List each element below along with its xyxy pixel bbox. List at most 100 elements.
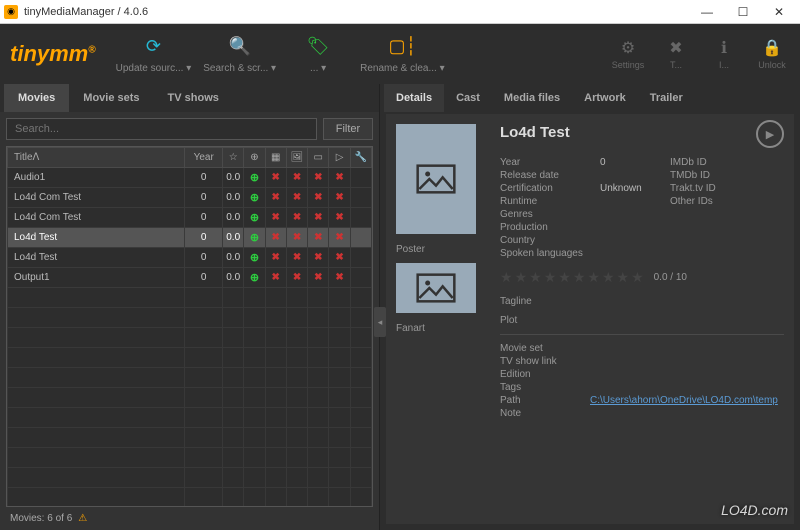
movie-table[interactable]: Titleᐱ Year ☆ ⊕ ▦ 🖼 ▭ ▷ 🔧 Audio100.0⊕✖✖✖… [6, 146, 373, 507]
other-ids-label: Other IDs [670, 196, 730, 207]
left-panel: Movies Movie sets TV shows Filter Titleᐱ… [0, 84, 380, 530]
country-label: Country [500, 235, 590, 246]
search-input[interactable] [6, 118, 317, 140]
rating-stars: ★★★★★ ★★★★★ 0.0 / 10 [500, 269, 784, 286]
filter-button[interactable]: Filter [323, 118, 373, 140]
col-add: ⊕ [244, 148, 265, 168]
col-title: Titleᐱ [8, 148, 185, 168]
edit-button[interactable]: 🏷 ... ▾ [288, 35, 348, 74]
col-play: ▷ [329, 148, 350, 168]
col-image: 🖼 [286, 148, 307, 168]
cert-label: Certification [500, 183, 590, 194]
col-year: Year [185, 148, 223, 168]
tab-trailer[interactable]: Trailer [638, 84, 695, 112]
poster-thumbnail[interactable] [396, 124, 476, 234]
table-row-empty [8, 468, 372, 488]
release-value [600, 170, 660, 181]
fanart-thumbnail[interactable] [396, 263, 476, 313]
path-link[interactable]: C:\Users\ahorn\OneDrive\LO4D.com\temp [590, 395, 784, 406]
warning-icon: ⚠ [78, 513, 87, 524]
table-row-empty [8, 408, 372, 428]
col-video: ▭ [308, 148, 329, 168]
table-row[interactable]: Output100.0⊕✖✖✖✖ [8, 268, 372, 288]
table-row-empty [8, 448, 372, 468]
table-row-empty [8, 308, 372, 328]
rename-clean-button[interactable]: ▢┆ Rename & clea... ▾ [360, 35, 445, 74]
table-row-empty [8, 488, 372, 508]
tag-icon: 🏷 [307, 35, 330, 59]
close-button[interactable]: ✕ [762, 2, 796, 22]
spoken-label: Spoken languages [500, 248, 590, 259]
right-panel: ◂ Details Cast Media files Artwork Trail… [380, 84, 800, 530]
gear-icon: ⚙ [621, 38, 635, 58]
table-row[interactable]: Lo4d Test00.0⊕✖✖✖✖ [8, 248, 372, 268]
tab-movie-sets[interactable]: Movie sets [69, 84, 153, 112]
lock-icon: 🔒 [762, 38, 782, 58]
table-row[interactable]: Lo4d Com Test00.0⊕✖✖✖✖ [8, 188, 372, 208]
right-tabs: Details Cast Media files Artwork Trailer [380, 84, 800, 112]
image-placeholder-icon [416, 164, 456, 194]
tab-tv-shows[interactable]: TV shows [154, 84, 233, 112]
year-value: 0 [600, 157, 660, 168]
note-label: Note [500, 408, 580, 419]
search-scrape-button[interactable]: 🔍 Search & scr... ▾ [203, 35, 276, 74]
tags-label: Tags [500, 382, 580, 393]
titlebar: ◉ tinyMediaManager / 4.0.6 — ☐ ✕ [0, 0, 800, 24]
table-row-empty [8, 328, 372, 348]
fanart-label: Fanart [396, 323, 486, 334]
table-row-empty [8, 368, 372, 388]
genres-label: Genres [500, 209, 590, 220]
release-label: Release date [500, 170, 590, 181]
refresh-icon: ⟳ [146, 35, 161, 59]
image-placeholder-icon [416, 273, 456, 303]
tab-cast[interactable]: Cast [444, 84, 492, 112]
splitter-handle[interactable]: ◂ [374, 307, 386, 337]
col-wrench: 🔧 [350, 148, 371, 168]
table-row-empty [8, 288, 372, 308]
col-favorite: ☆ [223, 148, 244, 168]
movie-title: Lo4d Test [500, 124, 784, 141]
maximize-button[interactable]: ☐ [726, 2, 760, 22]
tab-media-files[interactable]: Media files [492, 84, 572, 112]
table-row-empty [8, 388, 372, 408]
search-icon: 🔍 [228, 35, 250, 59]
tvshow-link-label: TV show link [500, 356, 580, 367]
play-button[interactable]: ▶ [756, 120, 784, 148]
tab-movies[interactable]: Movies [4, 84, 69, 112]
app-icon: ◉ [4, 5, 18, 19]
tmdb-label: TMDb ID [670, 170, 730, 181]
table-row[interactable]: Lo4d Test00.0⊕✖✖✖✖ [8, 228, 372, 248]
table-row[interactable]: Lo4d Com Test00.0⊕✖✖✖✖ [8, 208, 372, 228]
info-button[interactable]: ℹ I... [706, 38, 742, 70]
movieset-label: Movie set [500, 343, 580, 354]
runtime-label: Runtime [500, 196, 590, 207]
tab-details[interactable]: Details [384, 84, 444, 112]
status-bar: Movies: 6 of 6 ⚠ [0, 507, 379, 530]
toolbar: tinymm® ⟳ Update sourc... ▾ 🔍 Search & s… [0, 24, 800, 84]
info-icon: ℹ [721, 38, 727, 58]
production-label: Production [500, 222, 590, 233]
table-row-empty [8, 428, 372, 448]
window-title: tinyMediaManager / 4.0.6 [24, 6, 148, 18]
tools-button[interactable]: ✖ T... [658, 38, 694, 70]
table-row-empty [8, 348, 372, 368]
tagline-label: Tagline [500, 296, 784, 307]
col-nfo: ▦ [265, 148, 286, 168]
left-tabs: Movies Movie sets TV shows [0, 84, 379, 112]
year-label: Year [500, 157, 590, 168]
update-sources-button[interactable]: ⟳ Update sourc... ▾ [116, 35, 192, 74]
settings-button[interactable]: ⚙ Settings [610, 38, 646, 70]
tools-icon: ✖ [669, 38, 682, 58]
path-label: Path [500, 395, 580, 406]
movie-count: Movies: 6 of 6 [10, 513, 72, 524]
rename-icon: ▢┆ [388, 35, 416, 59]
plot-label: Plot [500, 315, 784, 326]
table-row[interactable]: Audio100.0⊕✖✖✖✖ [8, 168, 372, 188]
poster-label: Poster [396, 244, 486, 255]
unlock-button[interactable]: 🔒 Unlock [754, 38, 790, 70]
trakt-label: Trakt.tv ID [670, 183, 730, 194]
rating-text: 0.0 / 10 [654, 272, 687, 283]
tab-artwork[interactable]: Artwork [572, 84, 638, 112]
edition-label: Edition [500, 369, 580, 380]
minimize-button[interactable]: — [690, 2, 724, 22]
